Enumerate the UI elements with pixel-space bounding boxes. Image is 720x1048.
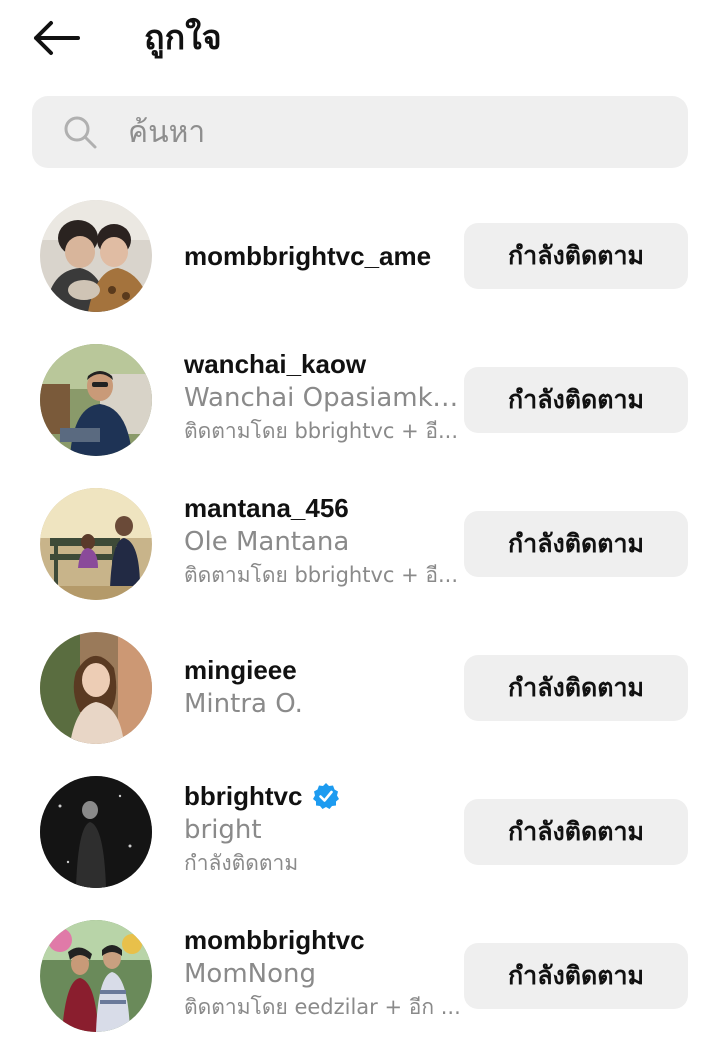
followed-by-text: ติดตามโดย bbrightvc + อี...	[184, 419, 459, 443]
avatar[interactable]	[40, 344, 152, 456]
list-item[interactable]: bbrightvc bright กำลังติดตาม กำลังติดตาม	[0, 760, 720, 904]
following-status-text: กำลังติดตาม	[184, 851, 299, 875]
following-button[interactable]: กำลังติดตาม	[464, 799, 688, 865]
full-name: Wanchai Opasiamkaj...	[184, 383, 464, 413]
avatar[interactable]	[40, 920, 152, 1032]
search-icon	[64, 116, 97, 149]
full-name: Ole Mantana	[184, 527, 350, 557]
following-button[interactable]: กำลังติดตาม	[464, 655, 688, 721]
back-button[interactable]	[30, 14, 82, 62]
username[interactable]: wanchai_kaow	[184, 348, 464, 380]
username[interactable]: mingieee	[184, 654, 464, 686]
full-name: Mintra O.	[184, 689, 303, 719]
arrow-left-icon	[34, 21, 80, 55]
list-item[interactable]: mombbrightvc_ame กำลังติดตาม	[0, 184, 720, 328]
avatar[interactable]	[40, 488, 152, 600]
following-button[interactable]: กำลังติดตาม	[464, 511, 688, 577]
username[interactable]: mombbrightvc	[184, 924, 464, 956]
avatar[interactable]	[40, 632, 152, 744]
full-name: MomNong	[184, 959, 317, 989]
avatar[interactable]	[40, 200, 152, 312]
following-button[interactable]: กำลังติดตาม	[464, 943, 688, 1009]
search-input[interactable]	[128, 110, 668, 154]
list-item[interactable]: mingieee Mintra O. กำลังติดตาม	[0, 616, 720, 760]
full-name: bright	[184, 815, 262, 845]
page-title: ถูกใจ	[144, 18, 222, 58]
username[interactable]: mantana_456	[184, 492, 464, 524]
username[interactable]: bbrightvc	[184, 780, 464, 812]
avatar[interactable]	[40, 776, 152, 888]
verified-badge-icon	[313, 783, 340, 809]
header: ถูกใจ	[0, 0, 720, 80]
followed-by-text: ติดตามโดย eedzilar + อีก ...	[184, 995, 461, 1019]
followed-by-text: ติดตามโดย bbrightvc + อี...	[184, 563, 459, 587]
username[interactable]: mombbrightvc_ame	[184, 240, 464, 272]
list-item[interactable]: wanchai_kaow Wanchai Opasiamkaj... ติดตา…	[0, 328, 720, 472]
list-item[interactable]: mombbrightvc MomNong ติดตามโดย eedzilar …	[0, 904, 720, 1048]
following-button[interactable]: กำลังติดตาม	[464, 223, 688, 289]
following-button[interactable]: กำลังติดตาม	[464, 367, 688, 433]
list-item[interactable]: mantana_456 Ole Mantana ติดตามโดย bbrigh…	[0, 472, 720, 616]
